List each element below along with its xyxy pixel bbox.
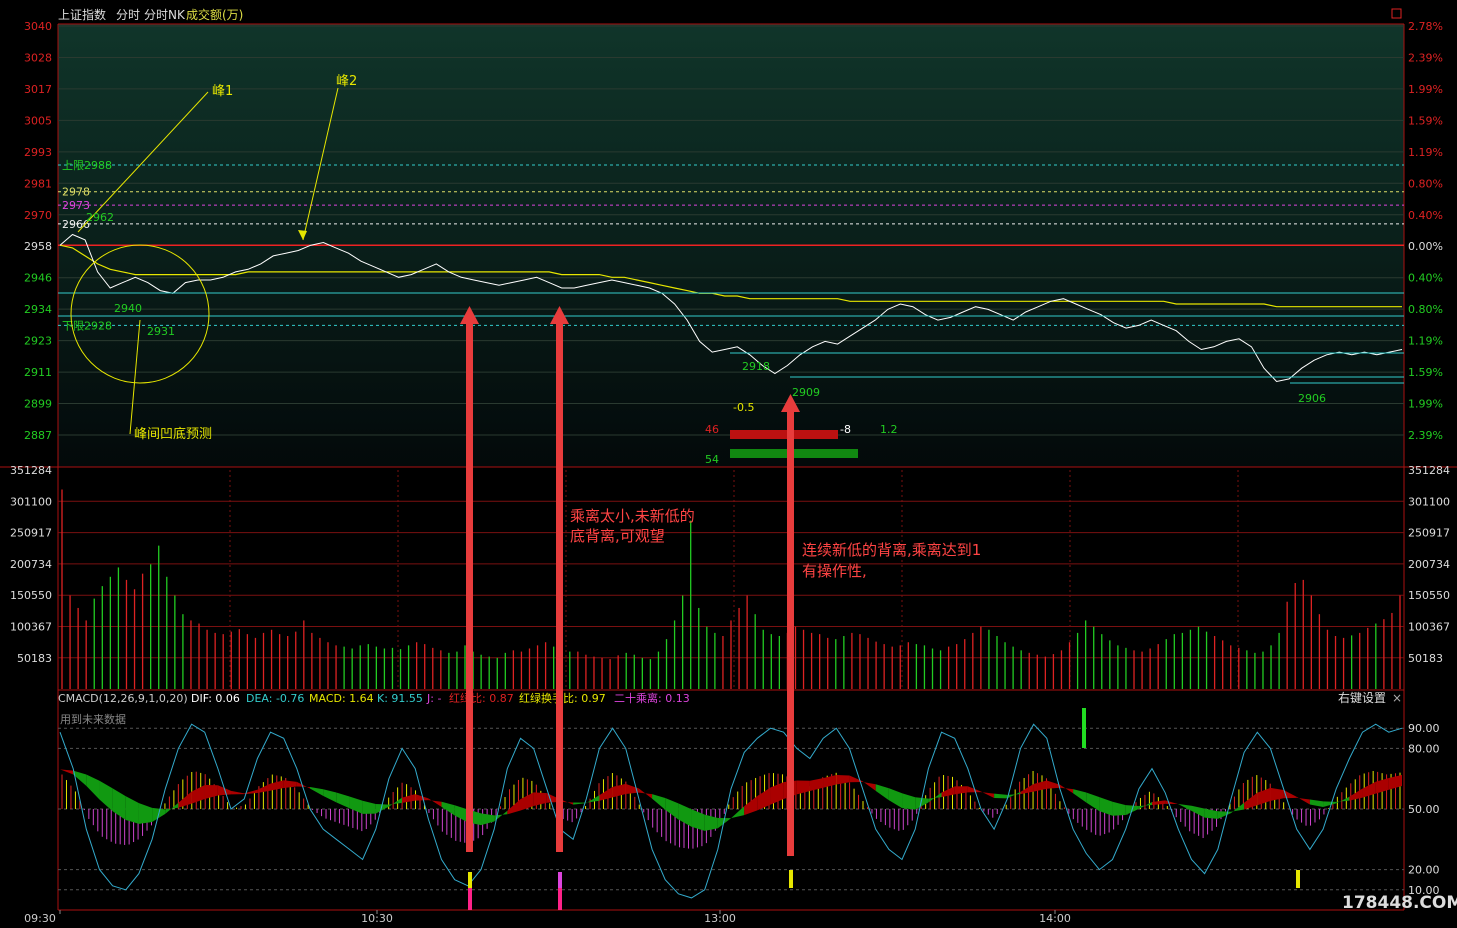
macd-axis: 90.0080.0050.0020.0010.00 — [1408, 722, 1440, 897]
volume-label: 成交额(万) — [186, 7, 243, 22]
time-tick-label: 10:30 — [361, 912, 393, 925]
volume-tick-left: 250917 — [10, 527, 52, 540]
price-tick-right: 2.39% — [1408, 429, 1443, 442]
volume-tick-right: 50183 — [1408, 652, 1443, 665]
price-tick-right: 0.80% — [1408, 303, 1443, 316]
price-tick-right: 1.19% — [1408, 146, 1443, 159]
tab-intraday[interactable]: 分时 — [116, 8, 140, 22]
volume-tick-left: 200734 — [10, 558, 52, 571]
price-tick-right: 0.00% — [1408, 240, 1443, 253]
macd-dif: DIF: 0.06 — [191, 692, 240, 705]
price-tick-left: 2899 — [24, 398, 52, 411]
price-tick-left: 2958 — [24, 240, 52, 253]
volume-tick-right: 301100 — [1408, 495, 1450, 508]
volume-tick-right: 250917 — [1408, 527, 1450, 540]
point-label-2918: 2918 — [742, 360, 770, 373]
volume-tick-right: 200734 — [1408, 558, 1450, 571]
volume-axis-right: 351284 301100 250917 200734 150550 100367 5018… — [1408, 464, 1450, 665]
time-axis: 09:30 10:30 13:00 14:00 — [24, 910, 1071, 925]
point-label-2962: 2962 — [86, 211, 114, 224]
volume-tick-left: 50183 — [17, 652, 52, 665]
price-tick-left: 2911 — [24, 366, 52, 379]
volume-tick-left: 100367 — [10, 621, 52, 634]
time-tick-label: 14:00 — [1039, 912, 1071, 925]
level-label: 2978 — [62, 186, 90, 199]
indicator-mid: -8 — [840, 423, 851, 436]
time-tick-label: 09:30 — [24, 912, 56, 925]
tab-intraday-nk[interactable]: 分时NK — [144, 8, 186, 22]
level-label: 上限2988 — [62, 159, 112, 172]
indicator-red-bar — [730, 430, 838, 439]
macd-tick: 90.00 — [1408, 722, 1440, 735]
macd-name: CMACD(12,26,9,1,0,20) — [58, 692, 188, 705]
future-data-label: 用到未来数据 — [60, 712, 126, 726]
price-tick-left: 2993 — [24, 146, 52, 159]
intraday-chart: 上证指数 分时 分时NK 成交额(万) 3040 3028 3017 3005 2993… — [0, 7, 1457, 925]
point-label-2931: 2931 — [147, 325, 175, 338]
volume-tick-left: 351284 — [10, 464, 52, 477]
watermark: 178448.COM — [1342, 893, 1457, 913]
price-tick-right: 1.99% — [1408, 83, 1443, 96]
peak2-label: 峰2 — [336, 74, 357, 89]
price-tick-right: 1.59% — [1408, 114, 1443, 127]
volume-tick-right: 351284 — [1408, 464, 1450, 477]
indicator-top: -0.5 — [733, 401, 754, 414]
indicator-left-bottom: 54 — [705, 453, 719, 466]
point-label-2940: 2940 — [114, 302, 142, 315]
price-tick-left: 2946 — [24, 272, 52, 285]
price-tick-right: 1.99% — [1408, 398, 1443, 411]
settings-label[interactable]: 右键设置 — [1338, 690, 1386, 705]
macd-j: J: - — [426, 692, 441, 705]
volume-tick-right: 100367 — [1408, 621, 1450, 634]
volume-axis-left: 351284 301100 250917 200734 150550 100367 5018… — [10, 464, 52, 665]
price-tick-left: 3028 — [24, 51, 52, 64]
time-tick-label: 13:00 — [704, 912, 736, 925]
macd-tick: 20.00 — [1408, 864, 1440, 877]
volume-tick-right: 150550 — [1408, 589, 1450, 602]
price-axis-right: 2.78% 2.39% 1.99% 1.59% 1.19% 0.80% 0.40% 0.00%… — [1408, 20, 1443, 442]
price-tick-right: 2.78% — [1408, 20, 1443, 33]
macd-ratio1: 红绿比: 0.87 — [449, 691, 514, 705]
peak1-label: 峰1 — [212, 84, 233, 99]
note1-line1: 乘离太小,未新低的 — [570, 507, 695, 525]
price-tick-left: 2923 — [24, 335, 52, 348]
volume-tick-left: 301100 — [10, 495, 52, 508]
price-tick-left: 2887 — [24, 429, 52, 442]
price-tick-left: 3017 — [24, 83, 52, 96]
price-tick-right: 2.39% — [1408, 51, 1443, 64]
point-label-2909: 2909 — [792, 386, 820, 399]
volume-tick-left: 150550 — [10, 589, 52, 602]
note2-line1: 连续新低的背离,乘离达到1 — [802, 541, 981, 559]
macd-tick: 80.00 — [1408, 742, 1440, 755]
price-tick-right: 1.59% — [1408, 366, 1443, 379]
price-axis-left: 3040 3028 3017 3005 2993 2981 2970 2958 2946 2934… — [24, 20, 52, 442]
maximize-icon[interactable] — [1391, 8, 1402, 19]
point-label-2906: 2906 — [1298, 392, 1326, 405]
valley-forecast-label: 峰间凹底预测 — [134, 426, 212, 442]
indicator-right: 1.2 — [880, 423, 898, 436]
indicator-left-top: 46 — [705, 423, 719, 436]
close-icon[interactable]: × — [1392, 691, 1402, 705]
price-tick-right: 0.80% — [1408, 177, 1443, 190]
level-label: 下限2928 — [62, 319, 112, 332]
price-tick-right: 1.19% — [1408, 335, 1443, 348]
macd-panel-bg — [58, 690, 1404, 910]
price-tick-left: 3040 — [24, 20, 52, 33]
price-tick-left: 2981 — [24, 177, 52, 190]
index-name[interactable]: 上证指数 — [58, 7, 106, 22]
macd-dea: DEA: -0.76 — [246, 692, 304, 705]
macd-value: MACD: 1.64 — [309, 692, 374, 705]
note1-line2: 底背离,可观望 — [570, 527, 665, 545]
price-tick-right: 0.40% — [1408, 209, 1443, 222]
note2-line2: 有操作性, — [802, 562, 867, 580]
price-tick-left: 2934 — [24, 303, 52, 316]
macd-ratio3: 二十乘离: 0.13 — [614, 691, 690, 705]
price-tick-right: 0.40% — [1408, 272, 1443, 285]
macd-tick: 50.00 — [1408, 803, 1440, 816]
macd-k: K: 91.55 — [377, 692, 423, 705]
price-tick-left: 3005 — [24, 114, 52, 127]
price-tick-left: 2970 — [24, 209, 52, 222]
